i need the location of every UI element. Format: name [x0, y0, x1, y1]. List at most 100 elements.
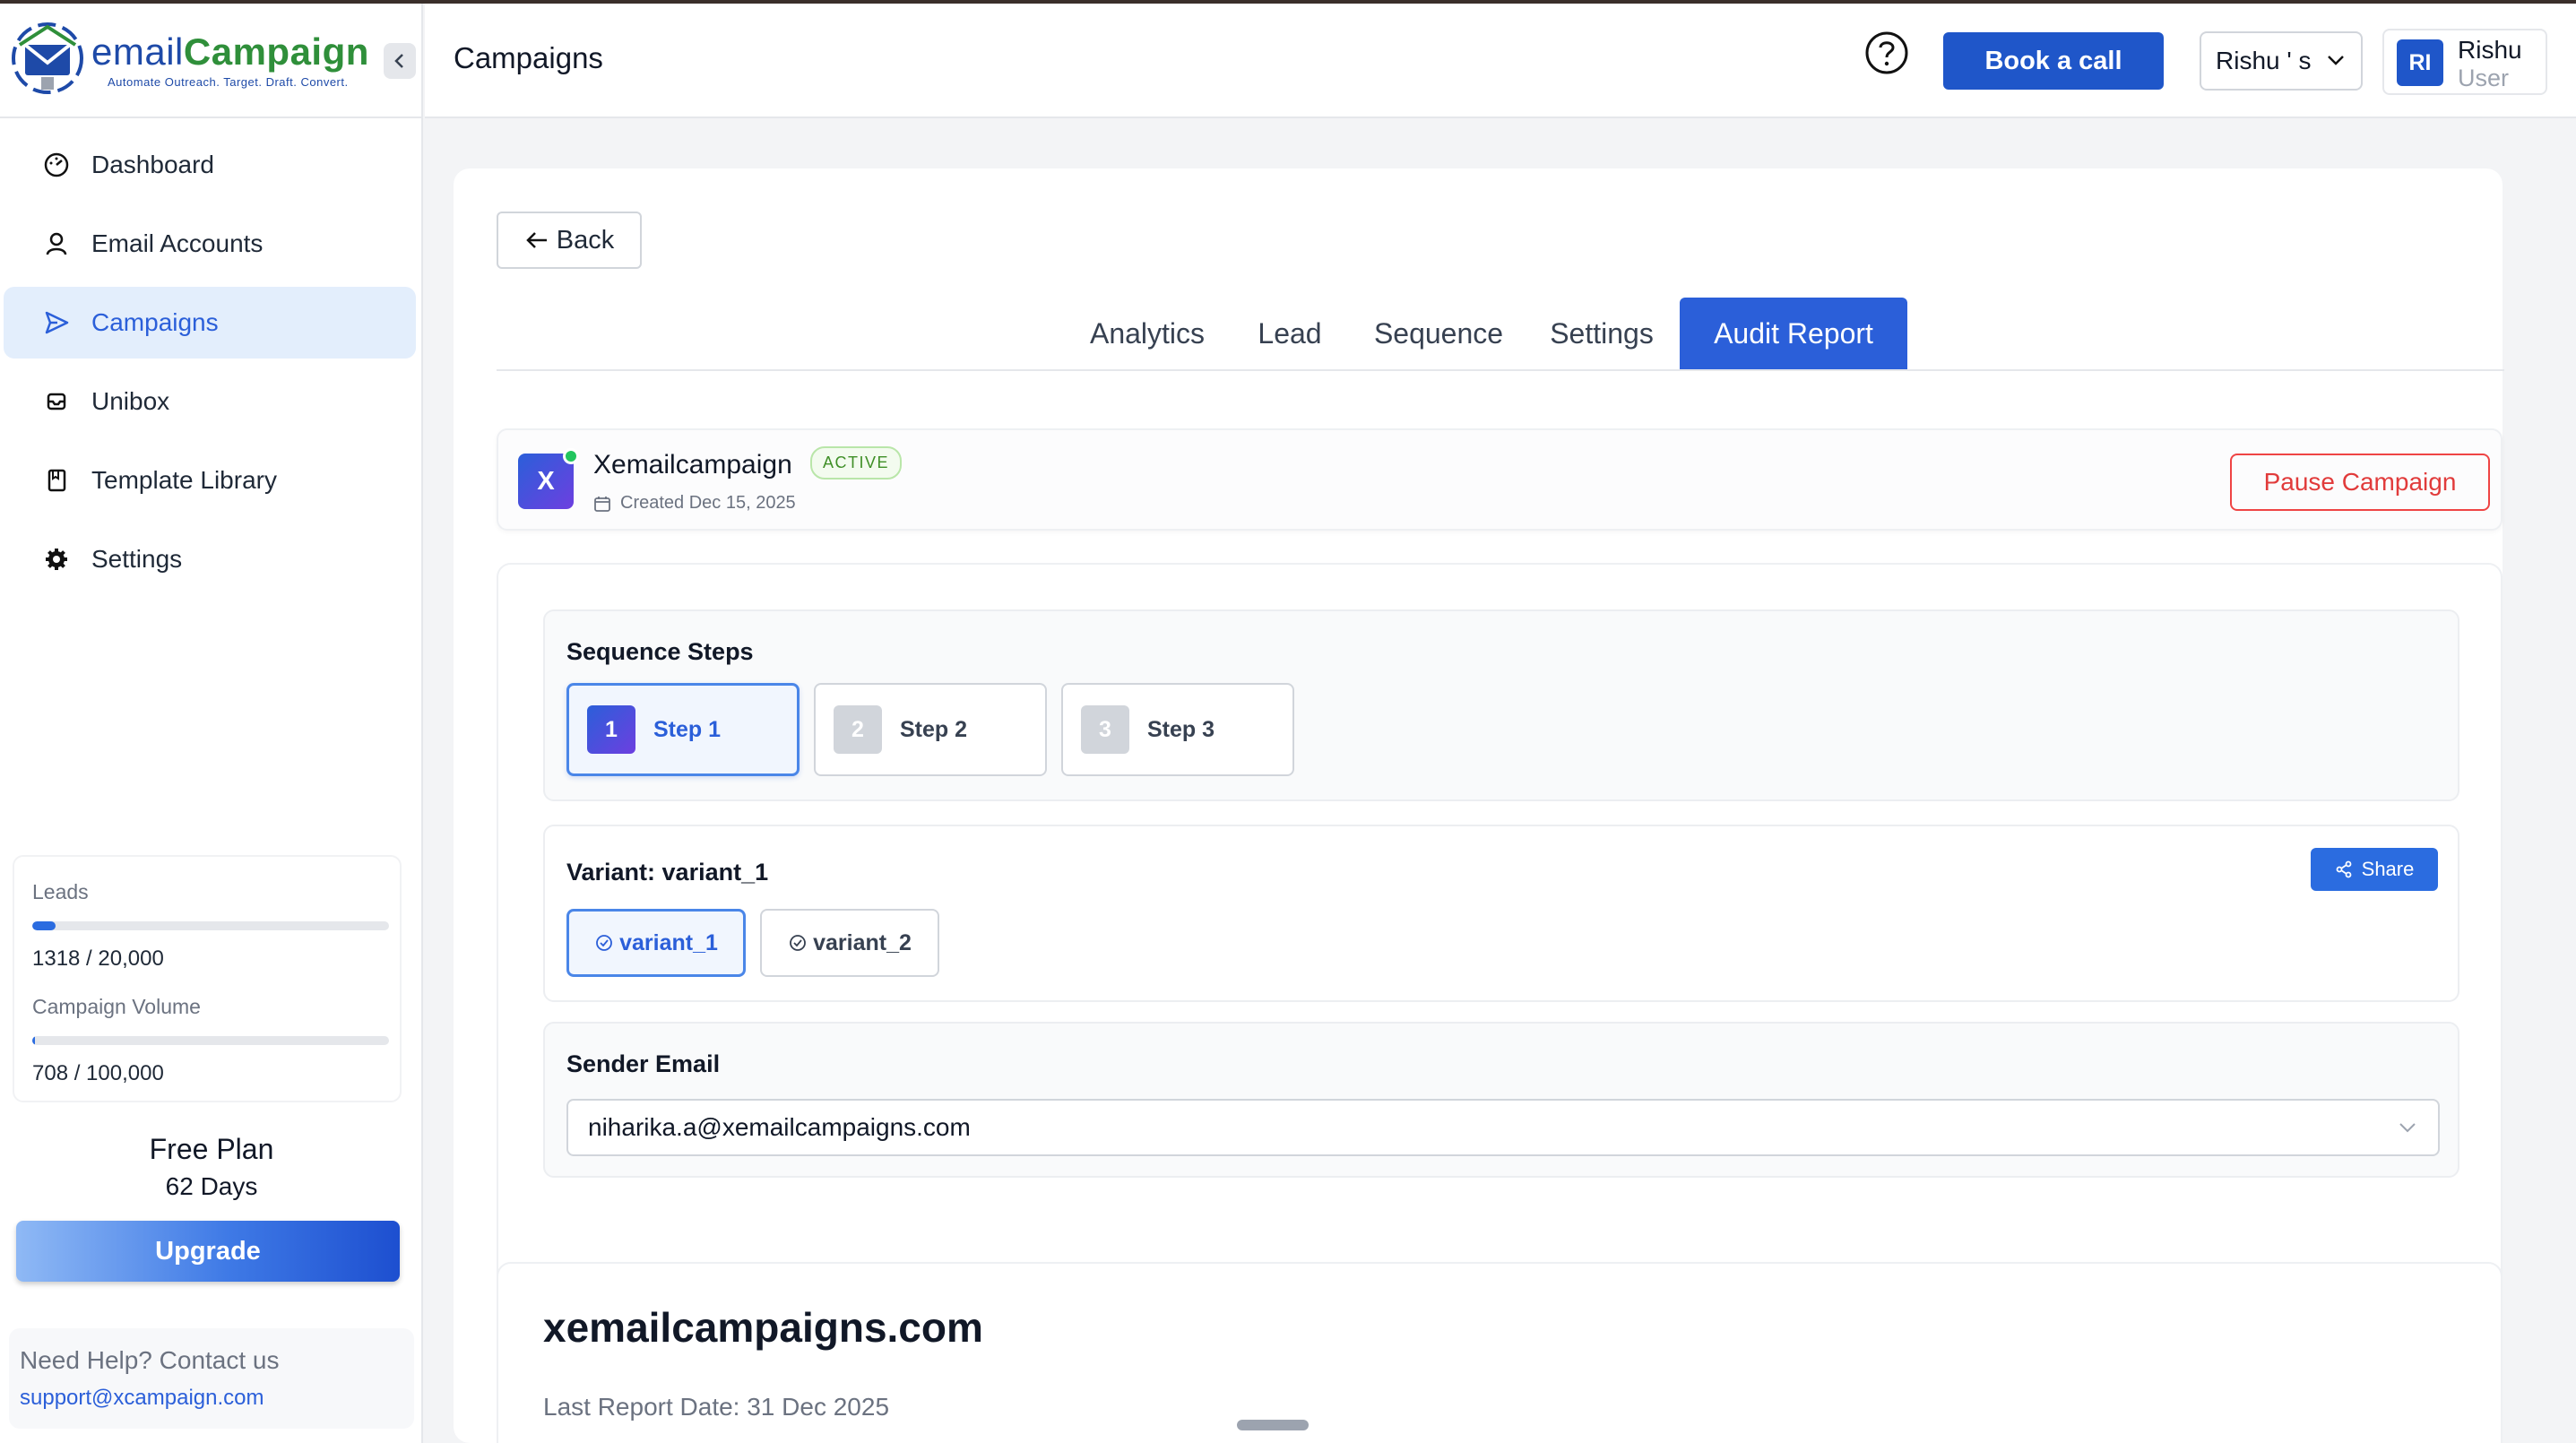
logo-icon: [12, 22, 83, 94]
user-role: User: [2458, 65, 2510, 91]
sender-email-select[interactable]: niharika.a@xemailcampaigns.com: [566, 1099, 2440, 1156]
sidebar-item-dashboard[interactable]: Dashboard: [4, 129, 416, 201]
support-email-link[interactable]: support@xcampaign.com: [20, 1386, 264, 1411]
usage-card: Leads 1318 / 20,000 Campaign Volume 708 …: [13, 855, 402, 1102]
check-circle-icon: [596, 935, 612, 951]
main-content: Back Analytics Lead Sequence Settings Au…: [454, 168, 2504, 1443]
avatar: RI: [2397, 39, 2443, 86]
leads-progress-bar: [32, 921, 389, 930]
share-button[interactable]: Share: [2311, 848, 2438, 891]
campaign-header: X Xemailcampaign ACTIVE Created Dec 15, …: [497, 428, 2503, 531]
check-circle-icon: [790, 935, 806, 951]
back-button[interactable]: Back: [497, 212, 642, 269]
help-card: Need Help? Contact us support@xcampaign.…: [9, 1328, 414, 1429]
audit-report-card: xemailcampaigns.com Last Report Date: 31…: [497, 1262, 2503, 1443]
report-date: Last Report Date: 31 Dec 2025: [543, 1393, 890, 1421]
pause-campaign-button[interactable]: Pause Campaign: [2230, 454, 2490, 511]
step-number: 3: [1081, 705, 1129, 754]
step-1-button[interactable]: 1 Step 1: [566, 683, 800, 776]
scroll-handle[interactable]: [1237, 1420, 1309, 1430]
variant-label: variant_1: [619, 929, 718, 955]
campaign-volume-progress-bar: [32, 1036, 389, 1045]
campaign-tabs: Analytics Lead Sequence Settings Audit R…: [497, 298, 2504, 371]
variant-panel: Variant: variant_1 Share variant_1 varia…: [543, 825, 2459, 1002]
bookmark-icon: [41, 465, 72, 496]
share-label: Share: [2361, 858, 2415, 880]
step-number: 2: [834, 705, 882, 754]
variant-2-button[interactable]: variant_2: [760, 909, 939, 977]
sidebar-item-label: Unibox: [91, 387, 170, 415]
leads-value: 1318 / 20,000: [32, 946, 164, 971]
step-number: 1: [587, 705, 635, 754]
created-date: Created Dec 15, 2025: [593, 493, 796, 514]
sender-email-panel: Sender Email niharika.a@xemailcampaigns.…: [543, 1022, 2459, 1178]
sidebar-item-template-library[interactable]: Template Library: [4, 445, 416, 516]
user-menu[interactable]: RI Rishu User: [2382, 29, 2547, 95]
book-a-call-button[interactable]: Book a call: [1943, 32, 2164, 90]
help-icon[interactable]: [1864, 30, 1909, 75]
workspace-name: Rishu ' s: [2216, 47, 2312, 74]
help-title: Need Help? Contact us: [20, 1346, 280, 1374]
plan-days-remaining: 62 Days: [165, 1172, 258, 1200]
send-icon: [41, 307, 72, 338]
sidebar-item-settings[interactable]: Settings: [4, 523, 416, 595]
step-label: Step 3: [1147, 716, 1215, 742]
plan-name: Free Plan: [149, 1133, 274, 1165]
top-header: Campaigns Book a call Rishu ' s RI Rishu…: [425, 4, 2576, 118]
step-label: Step 2: [900, 716, 968, 742]
sidebar-item-label: Dashboard: [91, 151, 214, 178]
sidebar-item-label: Email Accounts: [91, 229, 264, 257]
brand-name: emailCampaign: [91, 30, 369, 73]
gauge-icon: [41, 150, 72, 180]
report-domain: xemailcampaigns.com: [543, 1304, 983, 1351]
collapse-sidebar-button[interactable]: [384, 43, 416, 79]
logo-area: emailCampaign Automate Outreach. Target.…: [0, 4, 423, 118]
tab-settings[interactable]: Settings: [1534, 298, 1669, 369]
status-dot: [563, 448, 579, 464]
campaign-volume-label: Campaign Volume: [32, 995, 201, 1018]
variant-label: variant_2: [813, 929, 912, 955]
sequence-steps-panel: Sequence Steps 1 Step 1 2 Step 2 3 Step …: [543, 609, 2459, 801]
plan-card: Free Plan 62 Days Upgrade: [9, 1120, 414, 1300]
page-title: Campaigns: [454, 41, 603, 74]
campaign-volume-progress-fill: [32, 1036, 35, 1045]
user-icon: [41, 229, 72, 259]
workspace-select[interactable]: Rishu ' s: [2200, 31, 2363, 91]
gear-icon: [41, 544, 72, 575]
variant-title: Variant: variant_1: [566, 859, 769, 886]
sidebar-item-campaigns[interactable]: Campaigns: [4, 287, 416, 359]
sidebar-item-unibox[interactable]: Unibox: [4, 366, 416, 437]
chevron-down-icon: [2328, 56, 2344, 65]
status-badge: ACTIVE: [810, 446, 903, 480]
brand-tagline: Automate Outreach. Target. Draft. Conver…: [108, 75, 349, 89]
step-3-button[interactable]: 3 Step 3: [1061, 683, 1294, 776]
share-icon: [2336, 860, 2352, 878]
back-label: Back: [556, 225, 615, 255]
calendar-icon: [594, 496, 610, 512]
sender-email-value: niharika.a@xemailcampaigns.com: [588, 1113, 971, 1141]
tab-analytics[interactable]: Analytics: [1070, 298, 1224, 369]
sidebar: emailCampaign Automate Outreach. Target.…: [0, 4, 423, 1443]
chevron-down-icon: [2399, 1123, 2416, 1133]
chevron-left-icon: [394, 54, 403, 68]
sequence-steps-title: Sequence Steps: [566, 638, 754, 665]
sidebar-item-label: Campaigns: [91, 308, 219, 336]
tab-audit-report[interactable]: Audit Report: [1680, 298, 1907, 369]
leads-progress-fill: [32, 921, 56, 930]
tab-sequence[interactable]: Sequence: [1353, 298, 1524, 369]
sidebar-item-label: Template Library: [91, 466, 277, 494]
sidebar-item-label: Settings: [91, 545, 183, 573]
campaign-name: Xemailcampaign: [593, 450, 792, 480]
step-label: Step 1: [653, 716, 722, 742]
created-date-text: Created Dec 15, 2025: [620, 493, 796, 513]
user-name: Rishu: [2458, 36, 2522, 64]
variant-1-button[interactable]: variant_1: [566, 909, 746, 977]
sidebar-item-email-accounts[interactable]: Email Accounts: [4, 208, 416, 280]
tab-lead[interactable]: Lead: [1240, 298, 1339, 369]
upgrade-button[interactable]: Upgrade: [16, 1221, 400, 1282]
campaign-volume-value: 708 / 100,000: [32, 1061, 164, 1085]
sender-email-title: Sender Email: [566, 1050, 721, 1077]
leads-label: Leads: [32, 880, 89, 903]
step-2-button[interactable]: 2 Step 2: [814, 683, 1047, 776]
arrow-left-icon: [525, 232, 547, 248]
